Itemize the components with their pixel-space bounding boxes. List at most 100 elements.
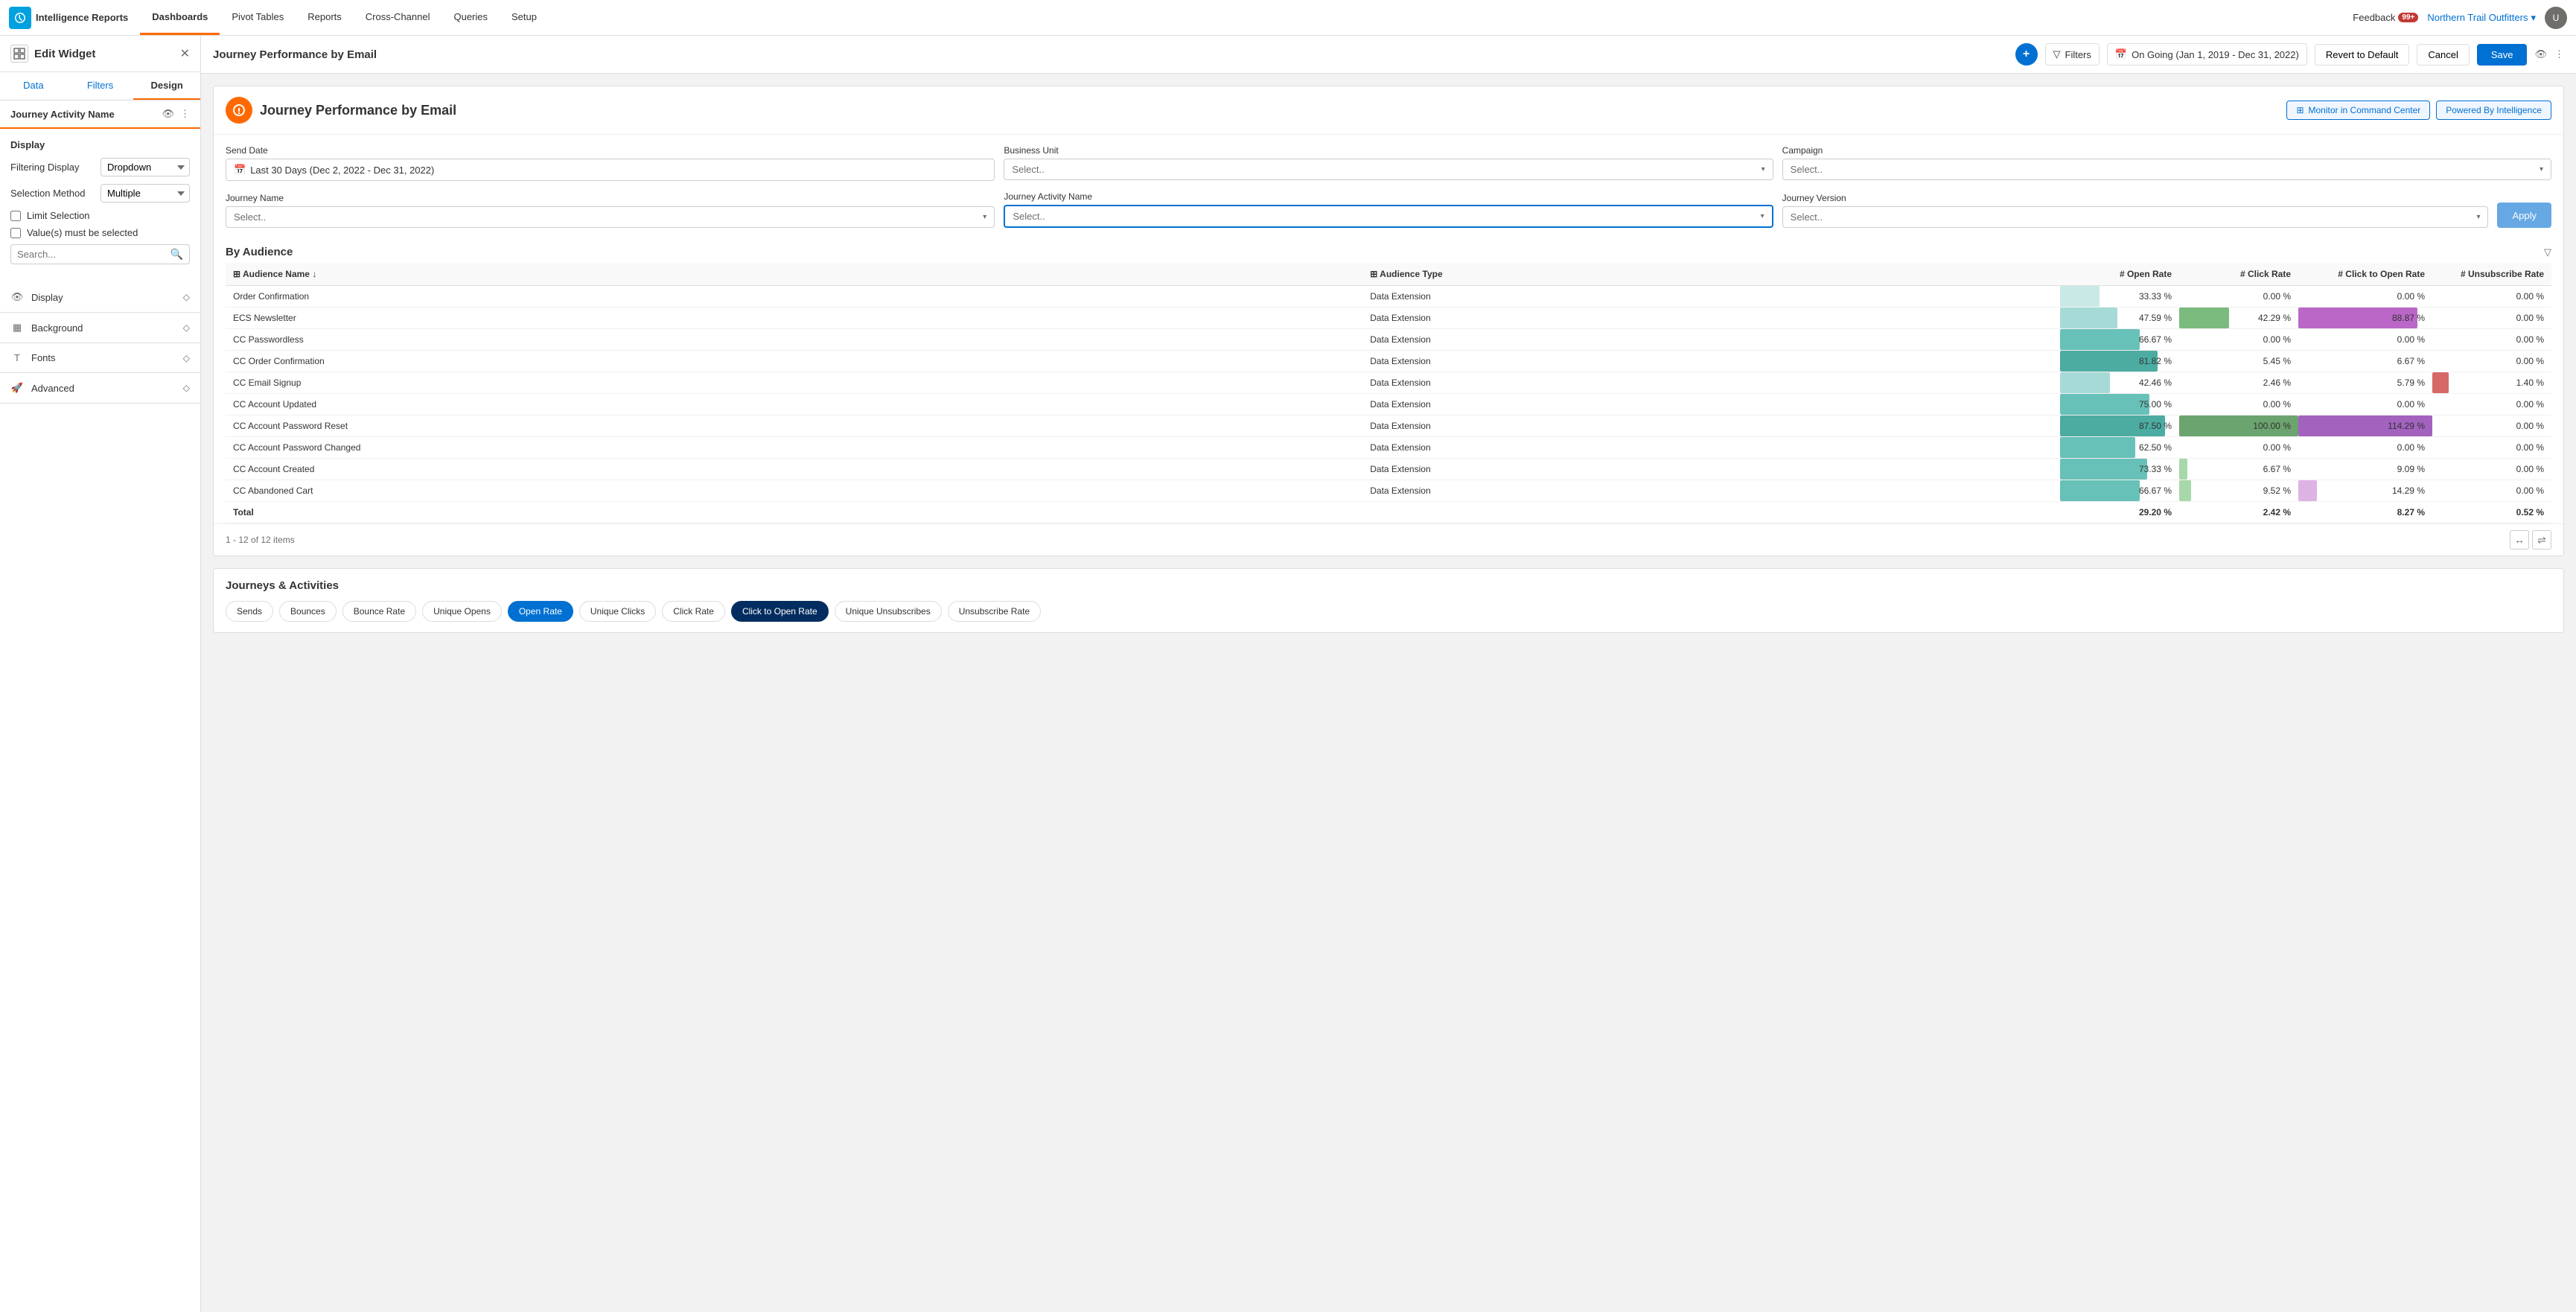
table-row: Order Confirmation Data Extension 33.33 … [226, 286, 2551, 308]
filter-icon[interactable]: ▽ [2544, 246, 2551, 258]
campaign-input[interactable]: Select.. ▾ [1782, 159, 2551, 180]
cell-ctor: 114.29 % [2298, 415, 2432, 437]
cancel-button[interactable]: Cancel [2417, 44, 2469, 66]
total-row: Total 29.20 % 2.42 % 8.27 % 0.52 % [226, 502, 2551, 523]
app-logo[interactable]: Intelligence Reports [9, 7, 128, 29]
journey-name-input[interactable]: Select.. ▾ [226, 206, 995, 228]
fonts-accordion-header[interactable]: T Fonts ◇ [0, 343, 200, 372]
prev-page-button[interactable]: ↔ [2510, 530, 2529, 550]
nav-tab-cross-channel[interactable]: Cross-Channel [354, 0, 442, 35]
limit-selection-checkbox[interactable] [10, 211, 21, 221]
monitor-command-center-button[interactable]: ⊞ Monitor in Command Center [2286, 101, 2430, 120]
widget-toolbar: Journey Performance by Email + ▽ Filters… [201, 36, 2576, 74]
cell-open: 66.67 % [2060, 329, 2179, 351]
filtering-display-select[interactable]: Dropdown [101, 158, 190, 176]
pill-tab-unique-unsubscribes[interactable]: Unique Unsubscribes [835, 601, 942, 622]
business-unit-filter: Business Unit Select.. ▾ [1004, 145, 1773, 181]
eye-icon[interactable]: 👁 [2534, 48, 2547, 60]
background-accordion-header[interactable]: ▦ Background ◇ [0, 313, 200, 343]
calendar-icon: 📅 [2115, 48, 2127, 60]
total-unsub-rate: 0.52 % [2432, 502, 2551, 523]
close-icon[interactable]: ✕ [180, 46, 190, 61]
pill-tab-click-to-open-rate[interactable]: Click to Open Rate [731, 601, 829, 622]
next-page-button[interactable]: ⇌ [2532, 530, 2551, 550]
tab-design[interactable]: Design [133, 72, 200, 100]
search-icon: 🔍 [170, 248, 183, 261]
col-open-rate: # Open Rate [2060, 263, 2179, 286]
table-row: CC Order Confirmation Data Extension 81.… [226, 351, 2551, 372]
report-header: Journey Performance by Email ⊞ Monitor i… [214, 86, 2563, 135]
eye-icon[interactable]: 👁 [162, 108, 174, 120]
cell-ctor: 14.29 % [2298, 480, 2432, 502]
org-name[interactable]: Northern Trail Outfitters ▾ [2427, 12, 2536, 24]
chevron-right-icon: ◇ [183, 353, 190, 363]
pill-tab-open-rate[interactable]: Open Rate [508, 601, 573, 622]
nav-tab-pivot-tables[interactable]: Pivot Tables [220, 0, 296, 35]
cell-type: Data Extension [1362, 437, 2060, 459]
nav-tab-setup[interactable]: Setup [500, 0, 549, 35]
filters-button[interactable]: ▽ Filters [2045, 43, 2100, 66]
nav-tab-dashboards[interactable]: Dashboards [140, 0, 220, 35]
feedback-button[interactable]: Feedback 99+ [2353, 12, 2418, 23]
cell-click: 0.00 % [2179, 329, 2298, 351]
apply-button[interactable]: Apply [2497, 203, 2551, 228]
cell-open: 73.33 % [2060, 459, 2179, 480]
eye-icon: 👁 [10, 291, 24, 303]
sidebar-title: Edit Widget [34, 48, 174, 60]
total-open-rate: 29.20 % [2060, 502, 2179, 523]
cell-ctor: 0.00 % [2298, 286, 2432, 308]
selection-method-select[interactable]: Multiple [101, 184, 190, 203]
date-range-button[interactable]: 📅 On Going (Jan 1, 2019 - Dec 31, 2022) [2107, 43, 2307, 66]
journey-activity-input[interactable]: Select.. ▾ [1004, 205, 1773, 228]
cell-open: 62.50 % [2060, 437, 2179, 459]
more-options-icon[interactable]: ⋮ [2554, 48, 2564, 60]
more-icon[interactable]: ⋮ [180, 108, 190, 120]
send-date-input[interactable]: 📅 Last 30 Days (Dec 2, 2022 - Dec 31, 20… [226, 159, 995, 181]
save-button[interactable]: Save [2477, 44, 2528, 66]
chevron-down-icon: ▾ [983, 213, 986, 221]
table-row: CC Account Updated Data Extension 75.00 … [226, 394, 2551, 415]
pill-tab-click-rate[interactable]: Click Rate [662, 601, 725, 622]
business-unit-input[interactable]: Select.. ▾ [1004, 159, 1773, 180]
display-accordion-label: Display [31, 292, 176, 303]
cell-unsub: 1.40 % [2432, 372, 2551, 394]
cell-open: 75.00 % [2060, 394, 2179, 415]
tab-data[interactable]: Data [0, 72, 67, 100]
send-date-filter: Send Date 📅 Last 30 Days (Dec 2, 2022 - … [226, 145, 995, 181]
cell-open: 87.50 % [2060, 415, 2179, 437]
pill-tab-unique-clicks[interactable]: Unique Clicks [579, 601, 656, 622]
nav-tab-reports[interactable]: Reports [296, 0, 354, 35]
font-icon: T [10, 352, 24, 363]
cell-open: 81.82 % [2060, 351, 2179, 372]
user-avatar[interactable]: U [2545, 7, 2567, 29]
journey-version-input[interactable]: Select.. ▾ [1782, 206, 2489, 228]
total-click-rate: 2.42 % [2179, 502, 2298, 523]
journeys-section: Journeys & Activities SendsBouncesBounce… [213, 568, 2564, 633]
values-must-be-selected-label: Value(s) must be selected [27, 227, 138, 238]
pill-tab-bounces[interactable]: Bounces [279, 601, 337, 622]
advanced-accordion: 🚀 Advanced ◇ [0, 373, 200, 404]
cell-unsub: 0.00 % [2432, 415, 2551, 437]
powered-by-intelligence-button[interactable]: Powered By Intelligence [2436, 101, 2551, 120]
nav-tab-queries[interactable]: Queries [441, 0, 500, 35]
cell-click: 0.00 % [2179, 394, 2298, 415]
cell-type: Data Extension [1362, 286, 2060, 308]
search-input[interactable] [17, 249, 166, 260]
pill-tabs: Sends BouncesBounce Rate Unique Opens Open … [226, 601, 2551, 622]
cell-click: 100.00 % [2179, 415, 2298, 437]
revert-button[interactable]: Revert to Default [2315, 44, 2410, 66]
table-row: CC Passwordless Data Extension 66.67 % 0… [226, 329, 2551, 351]
table-row: CC Email Signup Data Extension 42.46 % 2… [226, 372, 2551, 394]
display-accordion-header[interactable]: 👁 Display ◇ [0, 282, 200, 312]
pill-tab-unsubscribe-rate[interactable]: Unsubscribe Rate [948, 601, 1041, 622]
values-must-be-selected-checkbox[interactable] [10, 228, 21, 238]
pill-tab-bounce-rate[interactable]: Bounce Rate [342, 601, 416, 622]
tab-filters[interactable]: Filters [67, 72, 134, 100]
cell-unsub: 0.00 % [2432, 329, 2551, 351]
background-icon: ▦ [10, 322, 24, 334]
advanced-accordion-header[interactable]: 🚀 Advanced ◇ [0, 373, 200, 403]
add-button[interactable]: + [2015, 43, 2038, 66]
pill-tab-sends[interactable]: Sends [226, 601, 273, 622]
selection-method-label: Selection Method [10, 188, 85, 199]
pill-tab-unique-opens[interactable]: Unique Opens [422, 601, 502, 622]
